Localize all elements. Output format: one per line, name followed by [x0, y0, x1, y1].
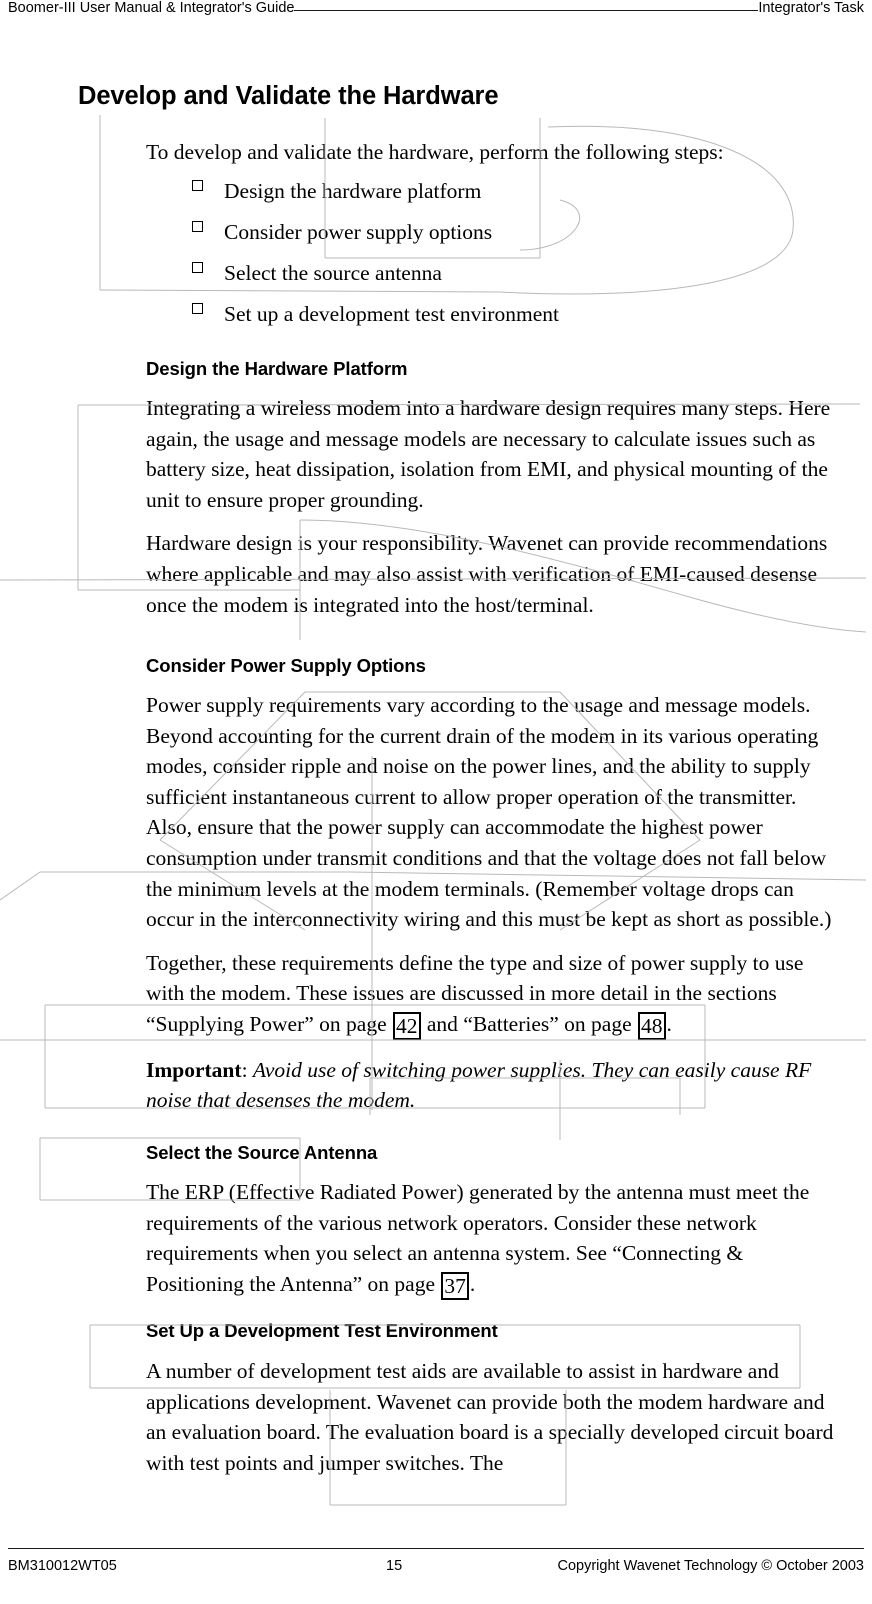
xref-text-part: The ERP (Effective Radiated Power) gener…: [146, 1180, 810, 1296]
square-bullet-icon: [192, 221, 203, 233]
page-title: Develop and Validate the Hardware: [78, 82, 499, 110]
section-consider-power-supply-options: Consider Power Supply Options Power supp…: [146, 655, 846, 1116]
list-item: Set up a development test environment: [146, 299, 846, 330]
section-heading: Design the Hardware Platform: [146, 358, 408, 379]
header-rule: ________________________________________…: [294, 0, 759, 13]
section-heading: Set Up a Development Test Environment: [146, 1320, 498, 1341]
important-note-label: Important: [146, 1057, 242, 1082]
document-page: Boomer-III User Manual & Integrator's Gu…: [0, 0, 872, 1604]
steps-list: Design the hardware platform Consider po…: [146, 176, 846, 340]
important-note-separator: :: [241, 1057, 253, 1082]
list-item: Select the source antenna: [146, 258, 846, 289]
page-crossref-field[interactable]: 37: [441, 1271, 469, 1300]
section-paragraph: A number of development test aids are av…: [146, 1359, 834, 1475]
section-paragraph-with-crossrefs: The ERP (Effective Radiated Power) gener…: [146, 1177, 846, 1300]
footer-page-number: 15: [386, 1558, 403, 1574]
square-bullet-icon: [192, 303, 203, 315]
xref-text-part: and “Batteries” on page: [421, 1011, 638, 1036]
page-crossref-field[interactable]: 48: [638, 1011, 666, 1040]
section-heading: Consider Power Supply Options: [146, 655, 426, 676]
section-paragraph-with-crossrefs: Together, these requirements define the …: [146, 948, 846, 1040]
xref-text-part: .: [666, 1011, 672, 1036]
running-header: Boomer-III User Manual & Integrator's Gu…: [8, 0, 864, 26]
header-title-left: Boomer-III User Manual & Integrator's Gu…: [8, 0, 295, 16]
footer-divider: [8, 1548, 864, 1549]
list-item-label: Set up a development test environment: [224, 302, 559, 327]
xref-text-part: .: [469, 1271, 476, 1296]
page-footer: BM310012WT05 15 Copyright Wavenet Techno…: [8, 1558, 864, 1586]
section-design-hardware-platform: Design the Hardware Platform Integrating…: [146, 358, 846, 620]
section-paragraph: Integrating a wireless modem into a hard…: [146, 396, 831, 512]
intro-paragraph: To develop and validate the hardware, pe…: [146, 140, 724, 164]
square-bullet-icon: [192, 180, 203, 191]
list-item: Consider power supply options: [146, 217, 846, 248]
section-set-up-development-test-environment: Set Up a Development Test Environment A …: [146, 1320, 846, 1478]
section-select-the-source-antenna: Select the Source Antenna The ERP (Effec…: [146, 1142, 846, 1300]
list-item-label: Consider power supply options: [224, 220, 493, 245]
section-paragraph: Power supply requirements vary according…: [146, 693, 832, 932]
footer-document-number: BM310012WT05: [8, 1558, 117, 1574]
section-paragraph: Hardware design is your responsibility. …: [146, 531, 828, 617]
list-item-label: Design the hardware platform: [224, 179, 482, 203]
important-note: Important: Avoid use of switching power …: [146, 1055, 846, 1116]
footer-copyright: Copyright Wavenet Technology © October 2…: [557, 1558, 865, 1574]
page-crossref-field[interactable]: 42: [393, 1011, 421, 1040]
square-bullet-icon: [192, 262, 203, 274]
section-heading: Select the Source Antenna: [146, 1142, 378, 1163]
list-item: Design the hardware platform: [146, 176, 846, 207]
list-item-label: Select the source antenna: [224, 261, 442, 286]
header-title-right: Integrator's Task: [758, 0, 864, 16]
